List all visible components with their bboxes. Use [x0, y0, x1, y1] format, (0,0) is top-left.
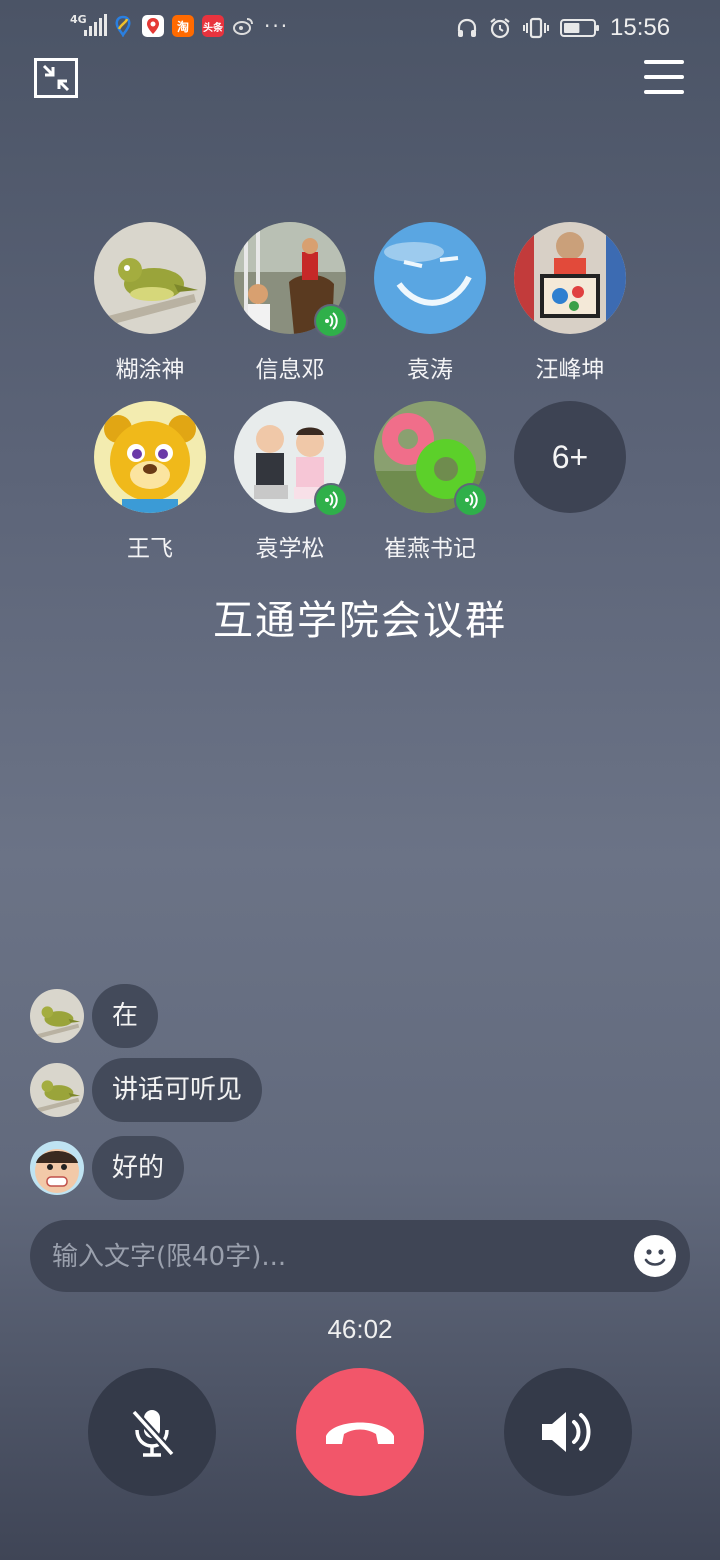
status-bar: 4G 淘 头条 ··· 15:56	[0, 0, 720, 56]
participant-name: 袁涛	[407, 357, 453, 383]
avatar	[30, 989, 84, 1043]
hang-up-button[interactable]	[296, 1368, 424, 1496]
news-app-icon: 头条	[202, 15, 224, 37]
more-notifications-icon: ···	[264, 14, 290, 38]
participant-2[interactable]: 信息邓	[220, 222, 360, 384]
message-input-bar	[30, 1220, 690, 1294]
speaker-icon	[542, 1412, 591, 1452]
avatar	[94, 222, 206, 334]
vibrate-icon	[523, 17, 549, 39]
speaking-icon	[314, 483, 348, 517]
participant-3[interactable]: 袁涛	[360, 222, 500, 384]
message-bubble: 讲话可听见	[92, 1058, 263, 1122]
group-name: 互通学院会议群	[213, 598, 507, 644]
avatar	[30, 1063, 84, 1117]
phone-hangup-icon	[326, 1422, 394, 1444]
participant-name: 袁学松	[255, 536, 325, 562]
message-bubble: 在	[92, 984, 159, 1048]
shrink-icon	[34, 58, 78, 98]
clock-time: 15:56	[610, 14, 671, 41]
participant-name: 汪峰坤	[535, 357, 605, 383]
minimize-call-button[interactable]	[34, 58, 78, 98]
message-bubble: 好的	[92, 1136, 185, 1200]
avatar	[94, 401, 206, 513]
signal-icon: 4G	[70, 14, 107, 38]
map-app-icon	[142, 15, 164, 37]
speaking-icon	[314, 304, 348, 338]
avatar	[514, 222, 626, 334]
alarm-icon	[490, 18, 510, 39]
message-item: 讲话可听见	[30, 1058, 263, 1122]
participant-5[interactable]: 王飞	[80, 401, 220, 563]
participant-6[interactable]: 袁学松	[220, 401, 360, 563]
speaker-button[interactable]	[504, 1368, 632, 1496]
mute-button[interactable]	[88, 1368, 216, 1496]
status-left: 4G 淘 头条 ···	[70, 14, 289, 38]
participant-name: 糊涂神	[115, 357, 185, 383]
location-app-icon	[112, 15, 134, 37]
participant-name: 王飞	[127, 536, 173, 562]
smiley-icon	[644, 1249, 666, 1266]
message-item: 好的	[30, 1136, 185, 1200]
microphone-off-icon	[131, 1409, 175, 1457]
emoji-button[interactable]	[634, 1235, 676, 1277]
hamburger-icon	[644, 60, 684, 94]
participant-4[interactable]: 汪峰坤	[500, 222, 640, 384]
call-timer: 46:02	[327, 1314, 393, 1344]
more-participants-button[interactable]: 6+	[500, 401, 640, 513]
speaking-icon	[454, 483, 488, 517]
more-count: 6+	[514, 401, 626, 513]
status-right: 15:56	[456, 14, 670, 42]
message-item: 在	[30, 984, 159, 1048]
avatar	[374, 222, 486, 334]
weibo-app-icon	[232, 15, 254, 37]
avatar	[30, 1141, 84, 1195]
participant-7[interactable]: 崔燕书记	[360, 401, 500, 563]
message-input[interactable]	[50, 1220, 614, 1294]
menu-button[interactable]	[644, 60, 684, 94]
headphones-icon	[457, 18, 477, 37]
battery-icon	[560, 19, 599, 37]
participant-name: 崔燕书记	[384, 536, 476, 562]
participant-name: 信息邓	[255, 357, 325, 383]
taobao-app-icon: 淘	[172, 15, 194, 37]
participant-1[interactable]: 糊涂神	[80, 222, 220, 384]
